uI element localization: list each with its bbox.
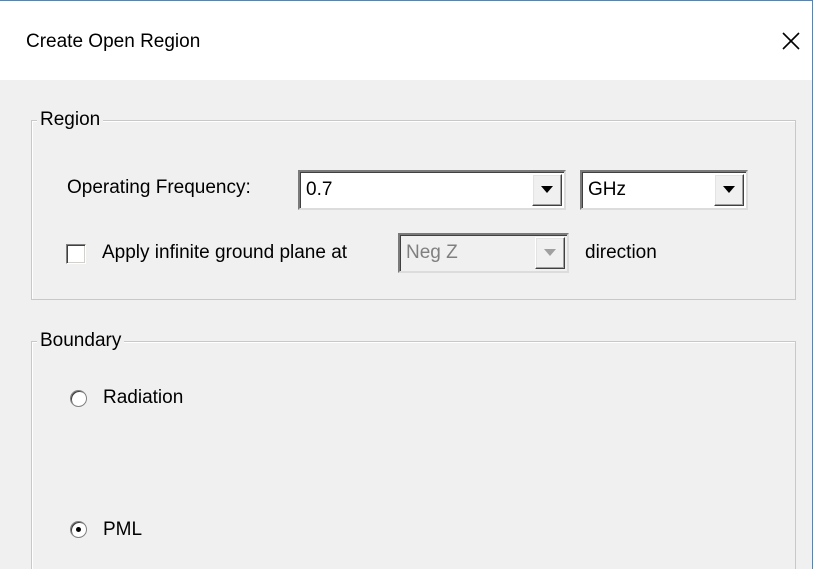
- dialog-title: Create Open Region: [26, 31, 201, 52]
- frequency-dropdown-button[interactable]: [532, 174, 562, 206]
- chevron-down-icon: [723, 186, 735, 193]
- chevron-down-icon: [544, 249, 556, 256]
- operating-frequency-combobox[interactable]: 0.7: [298, 170, 566, 210]
- title-bar: Create Open Region: [0, 1, 812, 80]
- region-group-legend: Region: [37, 109, 104, 131]
- chevron-down-icon: [541, 186, 553, 193]
- frequency-unit-combobox[interactable]: GHz: [580, 170, 748, 210]
- frequency-unit-value[interactable]: GHz: [588, 179, 626, 201]
- unit-dropdown-button[interactable]: [714, 174, 744, 206]
- ground-plane-label[interactable]: Apply infinite ground plane at: [102, 242, 347, 264]
- create-open-region-dialog: Create Open Region Region Operating Freq…: [0, 0, 813, 569]
- radiation-radio[interactable]: [70, 390, 87, 407]
- pml-radio[interactable]: [70, 521, 87, 538]
- pml-label[interactable]: PML: [103, 519, 142, 541]
- ground-direction-combobox[interactable]: Neg Z: [398, 233, 569, 273]
- boundary-group-legend: Boundary: [37, 330, 125, 352]
- boundary-group: Boundary: [31, 330, 796, 569]
- operating-frequency-value[interactable]: 0.7: [306, 179, 332, 201]
- radiation-label[interactable]: Radiation: [103, 387, 183, 409]
- close-icon: [782, 32, 800, 50]
- direction-suffix-label: direction: [585, 242, 657, 263]
- region-group: Region: [31, 109, 796, 300]
- close-button[interactable]: [770, 21, 812, 61]
- direction-dropdown-button[interactable]: [535, 237, 565, 269]
- radio-selected-dot: [76, 527, 81, 532]
- ground-direction-value: Neg Z: [406, 242, 458, 263]
- operating-frequency-label: Operating Frequency:: [67, 177, 251, 198]
- ground-plane-checkbox[interactable]: [66, 244, 86, 264]
